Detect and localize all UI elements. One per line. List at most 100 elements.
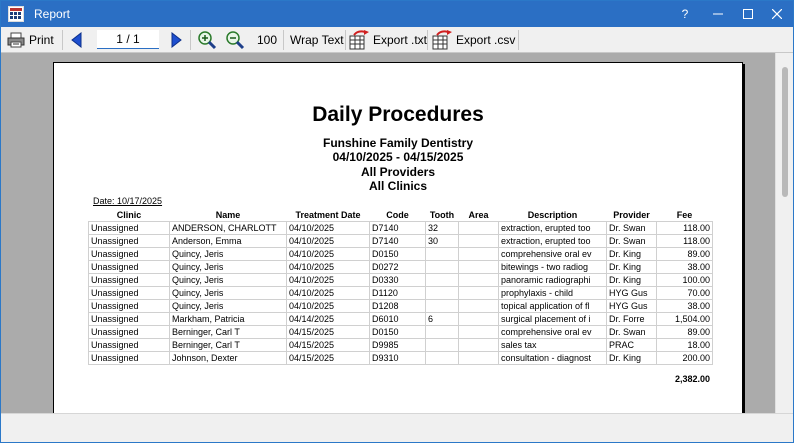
spreadsheet-export-icon — [432, 30, 452, 50]
table-cell: Dr. Swan — [606, 220, 657, 235]
table-cell: 04/10/2025 — [286, 246, 370, 261]
table-cell: extraction, erupted too — [498, 220, 607, 235]
table-cell — [458, 337, 499, 352]
window-title: Report — [34, 7, 71, 21]
table-cell — [458, 311, 499, 326]
table-cell — [425, 246, 459, 261]
next-page-button[interactable] — [168, 29, 184, 51]
status-bar — [1, 413, 793, 442]
toolbar-divider — [190, 30, 191, 50]
clinics-filter: All Clinics — [368, 179, 427, 193]
scrollbar-thumb[interactable] — [782, 67, 788, 197]
table-cell: D0330 — [369, 272, 426, 287]
print-label: Print — [29, 33, 54, 47]
app-icon — [8, 6, 24, 22]
column-header: Tooth — [429, 209, 455, 220]
table-cell: 6 — [425, 311, 459, 326]
table-cell: Johnson, Dexter — [169, 350, 287, 365]
table-cell: D9985 — [369, 337, 426, 352]
table-cell: D1120 — [369, 285, 426, 300]
export-csv-label: Export .csv — [456, 33, 516, 47]
toolbar-divider — [427, 30, 428, 50]
table-cell: 70.00 — [656, 285, 713, 300]
table-cell: Dr. King — [606, 272, 657, 287]
date-range: 04/10/2025 - 04/15/2025 — [332, 150, 464, 164]
table-cell: Quincy, Jeris — [169, 298, 287, 313]
table-cell: prophylaxis - child — [498, 285, 607, 300]
wrap-text-label: Wrap Text — [290, 33, 344, 47]
table-cell: D1208 — [369, 298, 426, 313]
table-cell: Unassigned — [88, 337, 170, 352]
table-cell — [458, 233, 499, 248]
table-cell — [425, 324, 459, 339]
column-header: Name — [215, 209, 241, 220]
page-total: 1 — [133, 32, 140, 46]
table-cell: 1,504.00 — [656, 311, 713, 326]
close-icon — [771, 8, 783, 20]
table-cell: Markham, Patricia — [169, 311, 287, 326]
wrap-text-button[interactable]: Wrap Text — [290, 29, 344, 51]
table-cell: 100.00 — [656, 272, 713, 287]
table-row: Unassigned Quincy, Jeris 04/10/2025 D0272 bi… — [88, 259, 713, 274]
table-cell: Quincy, Jeris — [169, 259, 287, 274]
table-cell: 04/10/2025 — [286, 272, 370, 287]
table-row: Unassigned Quincy, Jeris 04/10/2025 D1208 to… — [88, 298, 713, 313]
export-txt-button[interactable]: Export .txt — [349, 29, 427, 51]
table-cell: comprehensive oral ev — [498, 246, 607, 261]
maximize-button[interactable] — [737, 3, 759, 25]
vertical-scrollbar[interactable] — [775, 53, 793, 413]
zoom-level-button[interactable]: 100 — [257, 29, 277, 51]
print-button[interactable]: Print — [7, 29, 54, 51]
page-number-field[interactable]: 1 / 1 — [97, 30, 159, 49]
table-cell: Unassigned — [88, 324, 170, 339]
minimize-icon — [713, 13, 723, 15]
previous-page-button[interactable] — [69, 29, 85, 51]
zoom-out-icon — [226, 31, 245, 50]
toolbar-divider — [345, 30, 346, 50]
procedures-table: Clinic Name Treatment Date Code Tooth Area Des… — [88, 209, 713, 365]
table-row: Unassigned Markham, Patricia 04/14/2025 D60… — [88, 311, 713, 326]
table-cell: 38.00 — [656, 298, 713, 313]
zoom-in-button[interactable] — [197, 29, 217, 51]
export-csv-button[interactable]: Export .csv — [432, 29, 515, 51]
table-cell: D0150 — [369, 246, 426, 261]
page-current: 1 — [116, 32, 123, 46]
help-icon: ? — [681, 7, 689, 21]
table-row: Unassigned Quincy, Jeris 04/10/2025 D1120 pr… — [88, 285, 713, 300]
report-viewport[interactable]: Daily Procedures Funshine Family Dentist… — [1, 53, 775, 413]
table-cell: 32 — [425, 220, 459, 235]
table-cell — [458, 324, 499, 339]
table-row: Unassigned ANDERSON, CHARLOTT 04/10/2025 D7… — [88, 220, 713, 235]
zoom-in-icon — [198, 31, 217, 50]
table-cell: topical application of fl — [498, 298, 607, 313]
table-cell: Unassigned — [88, 350, 170, 365]
column-header: Clinic — [116, 209, 142, 220]
table-cell — [425, 285, 459, 300]
table-cell: D6010 — [369, 311, 426, 326]
table-cell: Unassigned — [88, 298, 170, 313]
close-button[interactable] — [766, 3, 788, 25]
title-bar[interactable]: Report ? — [1, 1, 793, 27]
table-cell: HYG Gus — [606, 285, 657, 300]
table-cell: Unassigned — [88, 246, 170, 261]
table-cell: PRAC — [606, 337, 657, 352]
help-button[interactable]: ? — [674, 3, 696, 25]
table-cell — [458, 246, 499, 261]
table-row: Unassigned Johnson, Dexter 04/15/2025 D9310… — [88, 350, 713, 365]
table-cell: Quincy, Jeris — [169, 285, 287, 300]
table-cell: D0150 — [369, 324, 426, 339]
zoom-out-button[interactable] — [225, 29, 245, 51]
minimize-button[interactable] — [707, 3, 729, 25]
table-cell: 200.00 — [656, 350, 713, 365]
providers-filter: All Providers — [360, 165, 436, 179]
table-cell: Anderson, Emma — [169, 233, 287, 248]
spreadsheet-export-icon — [349, 30, 369, 50]
table-cell: 04/10/2025 — [286, 220, 370, 235]
column-header: Description — [527, 209, 578, 220]
table-cell: Dr. Forre — [606, 311, 657, 326]
table-cell: surgical placement of i — [498, 311, 607, 326]
table-cell: 04/10/2025 — [286, 285, 370, 300]
table-row: Unassigned Berninger, Carl T 04/15/2025 D99… — [88, 337, 713, 352]
fee-total: 2,382.00 — [674, 374, 710, 384]
table-cell — [458, 272, 499, 287]
